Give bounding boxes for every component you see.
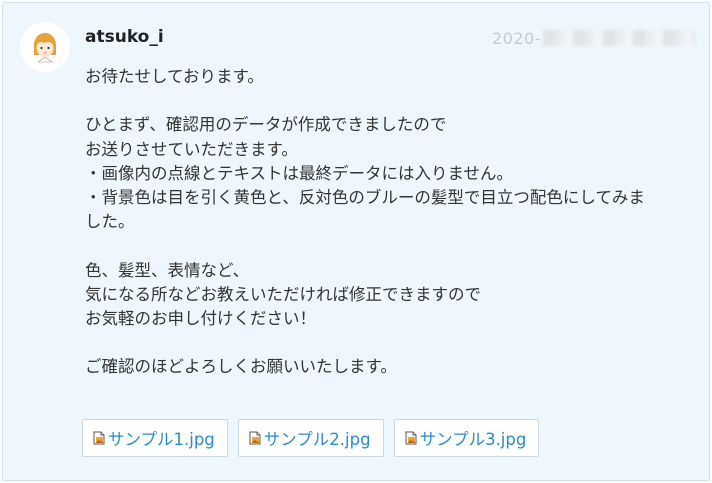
timestamp: 2020-: [492, 29, 695, 48]
username[interactable]: atsuko_i: [85, 27, 164, 47]
message-line: ひとまず、確認用のデータが作成できましたので: [85, 115, 447, 135]
attachment-label: サンプル3.jpg: [419, 430, 527, 449]
image-file-icon: [249, 431, 261, 445]
message-line: [85, 234, 705, 258]
image-file-icon: [405, 431, 417, 445]
timestamp-text: 2020-: [492, 29, 541, 48]
message-body: お待たせしております。 ひとまず、確認用のデータが作成できましたので お送りさせ…: [85, 65, 705, 379]
message-line: お待たせしております。: [85, 67, 264, 86]
attachment-label: サンプル1.jpg: [108, 430, 215, 449]
attachment-label: サンプル2.jpg: [263, 430, 371, 449]
message-line: 色、髪型、表情など、: [85, 260, 250, 280]
message-line: ・画像内の点線とテキストは最終データには入りません。: [85, 163, 514, 183]
message-card: atsuko_i 2020- お待たせしております。 ひとまず、確認用のデータが…: [2, 2, 710, 481]
message-line: お送りさせていただきます。: [85, 139, 298, 159]
avatar[interactable]: [20, 22, 70, 72]
message-line: 気になる所などお教えいただければ修正できますので: [85, 284, 481, 304]
message-line: [85, 331, 705, 355]
image-file-icon: [93, 431, 105, 445]
user-avatar-icon: [33, 33, 57, 63]
attachment-link-2[interactable]: サンプル2.jpg: [237, 419, 384, 457]
message-line: お気軽のお申し付けください！: [85, 308, 316, 328]
message-line: ご確認のほどよろしくお願いいたします。: [85, 357, 397, 377]
message-line: ・背景色は目を引く黄色と、反対色のブルーの髪型で目立つ配色にしてみま: [85, 187, 645, 207]
attachment-link-3[interactable]: サンプル3.jpg: [393, 419, 540, 457]
redacted-date-mask: [543, 30, 695, 46]
message-line: した。: [85, 212, 135, 232]
attachment-link-1[interactable]: サンプル1.jpg: [82, 419, 228, 457]
message-line: [85, 89, 705, 113]
attachment-list: サンプル1.jpg サンプル2.jpg サンプル3.jpg: [82, 419, 540, 457]
